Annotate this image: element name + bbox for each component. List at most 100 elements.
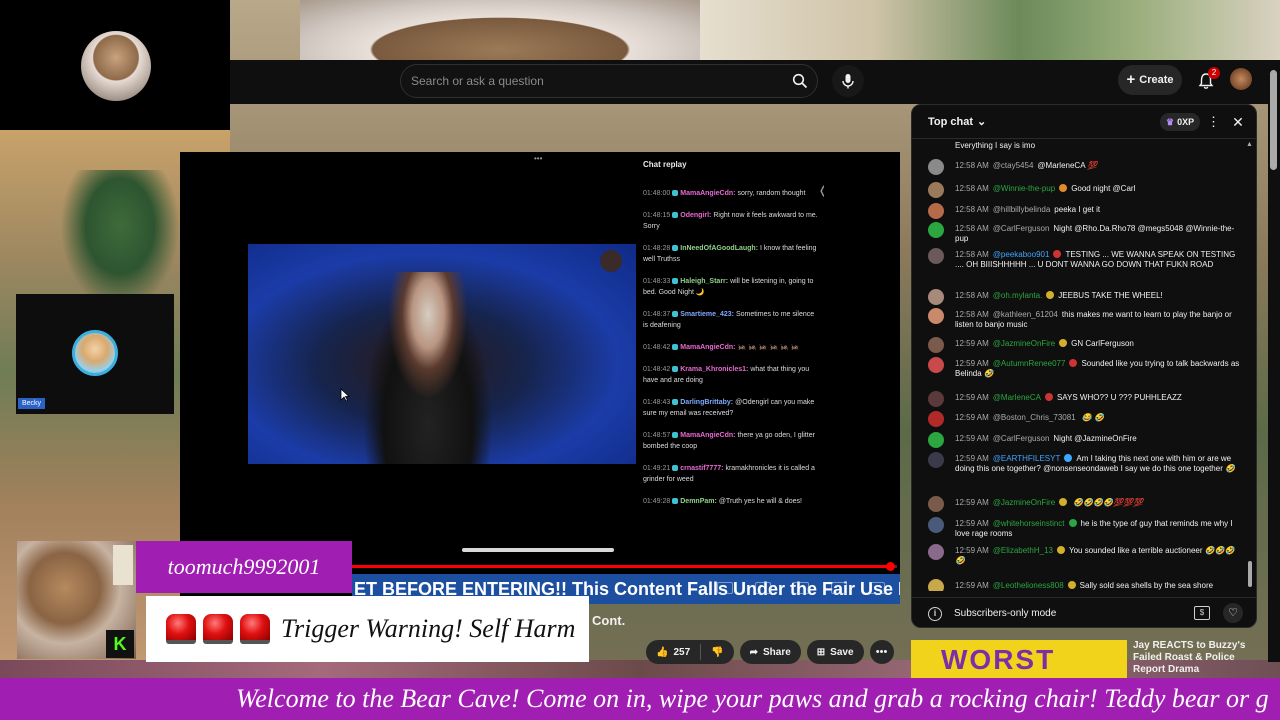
chat-author[interactable]: @kathleen_61204: [993, 310, 1058, 319]
chat-author[interactable]: @ctay5454: [993, 161, 1034, 170]
chat-author[interactable]: @CarlFerguson: [993, 224, 1050, 233]
theater-icon[interactable]: [831, 582, 847, 594]
overlay-drag-bar[interactable]: [462, 548, 614, 552]
chat-author-avatar[interactable]: [928, 289, 944, 305]
notifications-button[interactable]: 2: [1192, 67, 1220, 95]
chat-author[interactable]: @EARTHFILESYT: [993, 454, 1061, 463]
save-button[interactable]: ⊞ Save: [806, 640, 864, 664]
miniplayer-icon[interactable]: [793, 582, 809, 594]
replay-author[interactable]: MamaAngieCdn:: [680, 432, 735, 439]
replay-author[interactable]: Odengirl:: [680, 212, 711, 219]
chat-author-avatar[interactable]: [928, 544, 944, 560]
create-button[interactable]: + Create: [1118, 65, 1182, 95]
replay-timestamp: 01:48:28: [643, 245, 671, 252]
chat-author-avatar[interactable]: [928, 496, 944, 512]
chat-author[interactable]: @Leothelioness808: [993, 581, 1064, 590]
account-avatar[interactable]: [1230, 68, 1252, 90]
chat-timestamp: 12:59 AM: [955, 413, 989, 422]
chat-message[interactable]: 12:58 AM @kathleen_61204 this makes me wan…: [928, 308, 1244, 330]
replay-author[interactable]: DarlingBrittaby:: [680, 399, 733, 406]
chat-message[interactable]: 12:58 AM @Winnie-the-pup Good night @Carl: [928, 182, 1244, 198]
chat-author-avatar[interactable]: [928, 452, 944, 468]
more-actions-button[interactable]: •••: [869, 640, 894, 664]
replay-author[interactable]: Smartieme_423:: [680, 311, 734, 318]
recommended-video-title[interactable]: Jay REACTS to Buzzy's Failed Roast & Pol…: [1133, 640, 1263, 676]
xp-badge[interactable]: ♛ 0XP: [1160, 113, 1201, 131]
chat-author-avatar[interactable]: [928, 308, 944, 324]
info-icon[interactable]: i: [928, 607, 942, 621]
share-button[interactable]: ➦ Share: [739, 640, 801, 664]
replay-author[interactable]: Krama_Khronicles1:: [680, 366, 748, 373]
video-player[interactable]: ••• Chat replay ❬ 01:48:00MamaAngieCdn:s…: [180, 152, 900, 596]
video-frame[interactable]: [248, 244, 636, 464]
chat-author[interactable]: @MarleneCA: [993, 393, 1041, 402]
chat-author[interactable]: @AutumnRenee077: [993, 359, 1066, 368]
chat-author-avatar[interactable]: [928, 159, 944, 175]
search-input[interactable]: [411, 74, 771, 88]
chat-message-list[interactable]: Everything I say is imo 12:58 AM @ctay545…: [912, 141, 1244, 591]
replay-author[interactable]: Haleigh_Starr:: [680, 278, 728, 285]
chat-author-avatar[interactable]: [928, 357, 944, 373]
drag-handle-icon[interactable]: •••: [534, 154, 546, 163]
chat-author[interactable]: @CarlFerguson: [993, 434, 1050, 443]
chat-author-avatar[interactable]: [928, 222, 944, 238]
chat-author[interactable]: @JazmineOnFire: [993, 498, 1055, 507]
chat-message[interactable]: 12:59 AM @whitehorseinstinct he is the typ…: [928, 517, 1244, 539]
chat-author-avatar[interactable]: [928, 337, 944, 353]
search-icon[interactable]: [789, 70, 811, 92]
voice-search-button[interactable]: [832, 65, 864, 97]
chat-message[interactable]: 12:59 AM @MarleneCA SAYS WHO?? U ??? PUHHL…: [928, 391, 1244, 407]
replay-author[interactable]: InNeedOfAGoodLaugh:: [680, 245, 758, 252]
save-label: Save: [830, 646, 854, 658]
chat-message[interactable]: 12:59 AM @Boston_Chris_73081 😂 🤣: [928, 411, 1244, 427]
replay-author[interactable]: DemnPam:: [680, 498, 717, 505]
chat-author-avatar[interactable]: [928, 248, 944, 264]
chat-message[interactable]: 12:58 AM @CarlFerguson Night @Rho.Da.Rho78…: [928, 222, 1244, 244]
chat-menu-icon[interactable]: ⋮: [1207, 113, 1220, 131]
chat-author-avatar[interactable]: [928, 517, 944, 533]
chat-message[interactable]: 12:59 AM @ElizabethH_13 You sounded like a…: [928, 544, 1244, 566]
close-icon[interactable]: ✕: [1230, 113, 1246, 131]
chat-author-avatar[interactable]: [928, 182, 944, 198]
chat-author[interactable]: @ElizabethH_13: [993, 546, 1053, 555]
chat-author[interactable]: @whitehorseinstinct: [993, 519, 1065, 528]
chat-author[interactable]: @peekaboo901: [993, 250, 1050, 259]
heart-icon[interactable]: ♡: [1223, 603, 1243, 623]
replay-author[interactable]: MamaAngieCdn:: [680, 344, 735, 351]
chat-author-avatar[interactable]: [928, 391, 944, 407]
chat-author[interactable]: @JazmineOnFire: [993, 339, 1055, 348]
page-scrollbar-thumb[interactable]: [1270, 70, 1277, 170]
chat-author-avatar[interactable]: [928, 411, 944, 427]
chat-message[interactable]: 12:59 AM @JazmineOnFire 🤣🤣🤣🤣💯💯💯: [928, 496, 1244, 512]
chat-author-avatar[interactable]: [928, 203, 944, 219]
chat-author[interactable]: @Boston_Chris_73081: [993, 413, 1076, 422]
replay-author[interactable]: crnastif7777:: [680, 465, 723, 472]
chat-message[interactable]: 12:59 AM @JazmineOnFire GN CarlFerguson: [928, 337, 1244, 353]
chat-message[interactable]: 12:58 AM @ctay5454 @MarleneCA 💯: [928, 159, 1244, 175]
dislike-button[interactable]: 👎: [701, 640, 733, 664]
chat-author[interactable]: @Winnie-the-pup: [993, 184, 1055, 193]
like-button[interactable]: 👍 257: [646, 640, 700, 664]
scrubber-handle[interactable]: [886, 562, 895, 571]
replay-author[interactable]: MamaAngieCdn:: [680, 190, 735, 197]
search-box[interactable]: [400, 64, 818, 98]
chat-mode-dropdown[interactable]: Top chat ⌄: [928, 115, 986, 129]
scroll-up-icon[interactable]: ▲: [1246, 141, 1253, 148]
chat-message[interactable]: 12:59 AM @AutumnRenee077 Sounded like you …: [928, 357, 1244, 379]
chat-message[interactable]: 12:59 AM @CarlFerguson Night @JazmineOnFir…: [928, 432, 1244, 448]
fullscreen-icon[interactable]: [869, 582, 885, 594]
super-chat-icon[interactable]: $: [1194, 606, 1210, 620]
chat-message[interactable]: 12:59 AM @EARTHFILESYT Am I taking this ne…: [928, 452, 1244, 474]
recommended-video-thumbnail[interactable]: WORST: [911, 640, 1127, 680]
subtitles-icon[interactable]: [717, 582, 733, 594]
chat-message[interactable]: 12:59 AM @Leothelioness808 Sally sold sea …: [928, 579, 1244, 591]
chat-author-avatar[interactable]: [928, 432, 944, 448]
chat-author[interactable]: @oh.mylanta.: [993, 291, 1042, 300]
chat-message[interactable]: 12:58 AM @oh.mylanta. JEEBUS TAKE THE WHEE…: [928, 289, 1244, 305]
chat-scrollbar[interactable]: [1248, 561, 1252, 587]
chat-author[interactable]: @hillbillybelinda: [993, 205, 1050, 214]
chat-message[interactable]: 12:58 AM @peekaboo901 TESTING ... WE WANNA…: [928, 248, 1244, 270]
settings-icon[interactable]: [755, 582, 771, 594]
chat-author-avatar[interactable]: [928, 579, 944, 591]
chat-message[interactable]: 12:58 AM @hillbillybelinda peeka I get it: [928, 203, 1244, 219]
